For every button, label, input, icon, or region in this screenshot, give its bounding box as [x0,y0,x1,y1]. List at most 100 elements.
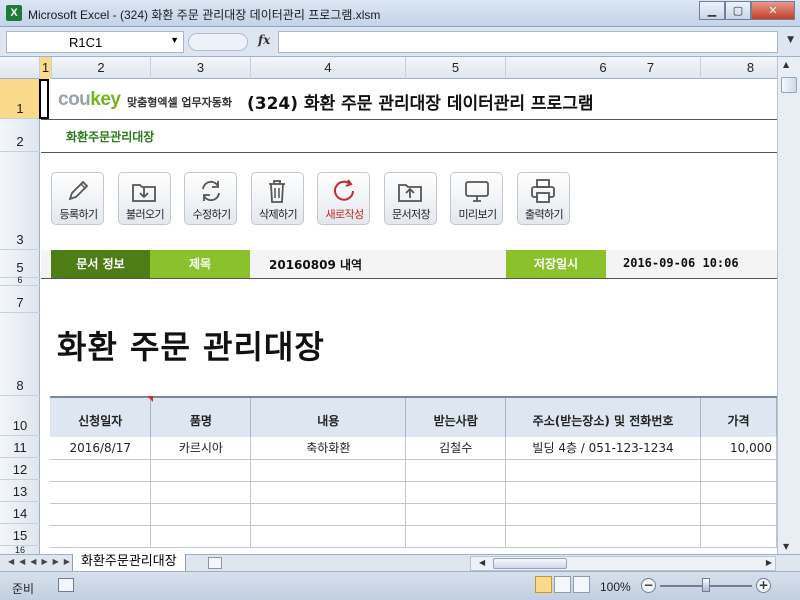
table-cell[interactable] [700,481,777,504]
minimize-button[interactable]: ▁ [699,1,725,20]
register-button[interactable]: 등록하기 [51,172,104,225]
table-cell[interactable] [505,503,701,526]
vertical-scroll-thumb[interactable] [781,77,797,93]
row-header[interactable]: 15 [0,524,40,546]
column-header[interactable]: 1 [40,57,52,79]
page-layout-view-icon[interactable] [554,576,571,593]
active-cell[interactable] [39,79,49,119]
row-header[interactable]: 1 [0,79,40,119]
load-button[interactable]: 불러오기 [117,172,171,225]
table-cell[interactable]: 빌딩 4층 / 051-123-1234 [505,437,701,460]
scroll-down-icon[interactable]: ▼ [783,542,789,551]
table-cell[interactable] [250,503,407,526]
table-cell[interactable] [505,525,701,548]
select-all-corner[interactable] [0,57,40,79]
table-cell[interactable] [505,481,701,504]
column-header[interactable]: 2 [52,57,151,79]
row-header[interactable]: 16 [0,546,40,554]
row-header[interactable]: 10 [0,396,40,436]
saved-value[interactable]: 2016-09-06 10:06 [623,256,739,270]
column-header[interactable]: 8 [701,57,777,79]
normal-view-icon[interactable] [535,576,552,593]
scroll-up-icon[interactable]: ▲ [783,60,789,69]
excel-app-icon[interactable]: X [6,5,22,21]
scroll-right-icon[interactable]: ▶ [766,558,772,567]
expand-formula-icon[interactable]: ▼ [787,35,794,45]
zoom-slider-thumb[interactable] [702,578,710,592]
header-content[interactable]: 내용 [250,396,407,437]
save-button[interactable]: 문서저장 [383,172,437,225]
maximize-button[interactable]: ▢ [725,1,751,20]
table-cell[interactable]: 김철수 [405,437,507,460]
column-header[interactable]: 3 [151,57,251,79]
formula-cancel-enter[interactable] [188,33,248,51]
table-cell[interactable] [50,481,152,504]
name-box[interactable]: R1C1 ▼ [6,31,184,53]
preview-button[interactable]: 미리보기 [450,172,503,225]
column-header[interactable]: 4 [251,57,406,79]
scroll-left-icon[interactable]: ◀ [479,558,485,567]
page-break-view-icon[interactable] [573,576,590,593]
table-cell[interactable] [50,459,152,482]
print-button[interactable]: 출력하기 [516,172,570,225]
horizontal-scroll-thumb[interactable] [493,558,567,569]
header-request-date[interactable]: 신청일자 [50,396,152,437]
table-cell[interactable] [700,525,777,548]
row-header[interactable]: 14 [0,502,40,524]
table-cell[interactable]: 10,000 [700,437,777,460]
row-header[interactable]: 7 [0,286,40,313]
row-header[interactable]: 5 [0,250,40,278]
row-header[interactable]: 11 [0,436,40,458]
delete-button[interactable]: 삭제하기 [250,172,304,225]
worksheet-grid[interactable]: 1 2 3 4 5 6 7 8 1 2 3 5 6 7 8 10 11 12 1… [0,57,777,554]
row-header[interactable]: 8 [0,313,40,396]
sheet-tab[interactable]: 화환주문관리대장 [72,554,186,572]
chevron-down-icon[interactable]: ▼ [170,35,179,45]
table-cell[interactable] [405,481,507,504]
table-cell[interactable] [150,459,252,482]
table-cell[interactable] [150,525,252,548]
table-cell[interactable] [50,503,152,526]
insert-sheet-icon[interactable] [208,557,222,569]
table-cell[interactable] [250,459,407,482]
row-header[interactable]: 2 [0,119,40,152]
table-cell[interactable] [700,503,777,526]
table-cell[interactable] [505,459,701,482]
row-header[interactable]: 3 [0,152,40,250]
macro-record-icon[interactable] [58,578,74,592]
formula-input[interactable] [278,31,778,53]
comment-indicator-icon[interactable] [147,396,153,402]
table-cell[interactable]: 2016/8/17 [50,437,152,460]
close-button[interactable]: ✕ [751,1,795,20]
zoom-in-icon[interactable]: + [756,578,771,593]
row-header[interactable]: 13 [0,480,40,502]
header-item[interactable]: 품명 [150,396,252,437]
sheet-nav-arrows-icon[interactable]: ◀◀◀▶▶▶ [8,557,75,566]
table-cell[interactable]: 카르시아 [150,437,252,460]
header-address-phone[interactable]: 주소(받는장소) 및 전화번호 [505,396,701,437]
table-cell[interactable] [700,459,777,482]
zoom-out-icon[interactable]: − [641,578,656,593]
zoom-level[interactable]: 100% [600,580,631,594]
row-header[interactable]: 12 [0,458,40,480]
row-header[interactable]: 6 [0,275,40,286]
table-cell[interactable] [150,481,252,504]
table-cell[interactable] [150,503,252,526]
table-cell[interactable] [250,525,407,548]
insert-function-icon[interactable]: fx [258,33,270,47]
table-cell[interactable]: 축하화환 [250,437,407,460]
table-cell[interactable] [405,459,507,482]
horizontal-scrollbar[interactable]: ◀ ▶ [470,556,776,571]
table-cell[interactable] [250,481,407,504]
table-cell[interactable] [405,525,507,548]
table-cell[interactable] [50,525,152,548]
vertical-scrollbar[interactable]: ▲ ▼ [777,57,800,554]
header-price[interactable]: 가격 [700,396,777,437]
subject-value[interactable]: 20160809 내역 [269,256,362,273]
new-button[interactable]: 새로작성 [317,172,370,225]
column-header[interactable]: 5 [406,57,506,79]
table-cell[interactable] [405,503,507,526]
header-recipient[interactable]: 받는사람 [405,396,507,437]
edit-button[interactable]: 수정하기 [184,172,237,225]
column-header[interactable]: 7 [601,57,701,79]
